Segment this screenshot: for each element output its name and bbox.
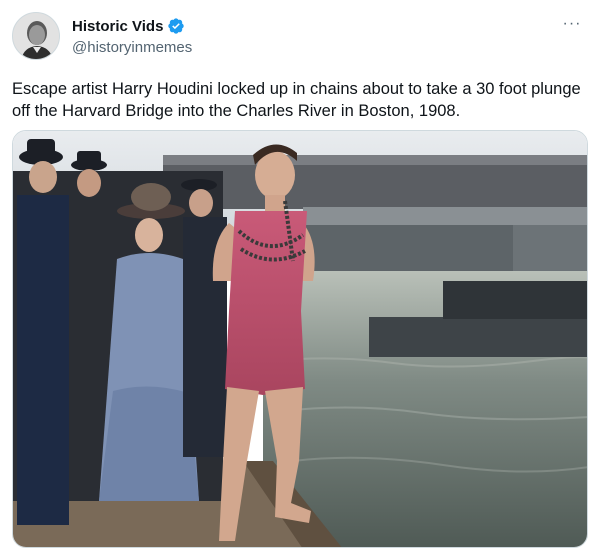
photo-houdini-bridge [13,131,587,547]
tweet-text: Escape artist Harry Houdini locked up in… [12,80,581,120]
avatar-portrait [13,13,59,59]
tweet-photo[interactable] [12,130,588,548]
avatar[interactable] [12,12,60,60]
more-horizontal-icon[interactable]: ··· [558,14,586,34]
author-names: Historic Vids @historyinmemes [72,16,192,57]
author-handle[interactable]: @historyinmemes [72,39,192,56]
display-name[interactable]: Historic Vids [72,18,163,35]
verified-badge-icon [167,17,185,35]
tweet-header: Historic Vids @historyinmemes ··· [12,12,588,64]
